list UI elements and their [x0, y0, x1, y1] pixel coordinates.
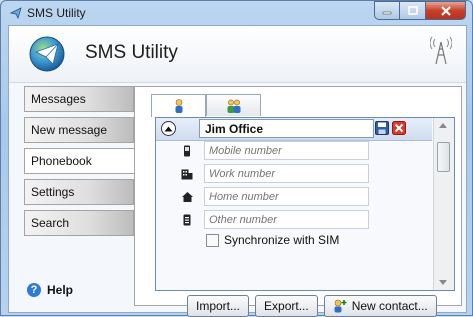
envelope-logo-icon: [29, 36, 65, 72]
title-bar[interactable]: SMS Utility: [1, 1, 472, 25]
sidebar-nav: Messages New message Phonebook Settings …: [24, 86, 135, 241]
other-number-input[interactable]: [204, 210, 369, 229]
home-icon: [180, 190, 194, 204]
scrollbar-thumb[interactable]: [437, 142, 450, 172]
phonebook-panel: Synchronize with SIM Import... Export...: [134, 86, 462, 317]
close-icon: [440, 5, 451, 16]
maximize-button[interactable]: [400, 1, 426, 20]
scroll-down-arrow-icon[interactable]: [439, 280, 447, 285]
app-title: SMS Utility: [85, 42, 178, 63]
export-button[interactable]: Export...: [255, 295, 318, 317]
checkbox[interactable]: [206, 233, 219, 247]
close-button[interactable]: [426, 1, 466, 20]
window-controls: [374, 1, 466, 20]
help-icon: ?: [27, 283, 41, 297]
app-window: SMS Utility SMS Utility Messages New mes…: [0, 0, 473, 317]
home-number-row: [156, 186, 432, 208]
mobile-number-row: [156, 140, 432, 162]
tab-group-contacts[interactable]: [206, 94, 261, 116]
work-building-icon: [180, 167, 194, 181]
mobile-number-input[interactable]: [204, 141, 369, 160]
work-number-row: [156, 163, 432, 185]
other-number-row: [156, 209, 432, 231]
sync-sim-label: Synchronize with SIM: [224, 233, 340, 247]
phonebook-actions: Import... Export... New contact...: [187, 295, 443, 317]
group-people-icon: [227, 99, 240, 113]
vertical-scrollbar[interactable]: [433, 118, 454, 290]
tab-single-contact[interactable]: [151, 94, 206, 117]
home-number-input[interactable]: [204, 187, 369, 206]
sidebar-item-settings[interactable]: Settings: [24, 179, 134, 205]
app-icon: [10, 7, 22, 19]
import-button[interactable]: Import...: [187, 295, 250, 317]
contact-card: Synchronize with SIM: [155, 117, 455, 291]
help-label: Help: [47, 283, 74, 297]
new-contact-label: New contact...: [351, 299, 428, 313]
contact-name-input[interactable]: [199, 119, 374, 138]
collapse-button[interactable]: [161, 121, 176, 136]
help-link[interactable]: ? Help: [27, 283, 73, 297]
chevron-up-icon: [164, 126, 173, 131]
app-header: SMS Utility: [9, 26, 466, 83]
scroll-up-arrow-icon[interactable]: [439, 123, 447, 128]
add-contact-icon: [334, 299, 347, 313]
other-phone-icon: [180, 213, 194, 227]
window-title: SMS Utility: [27, 6, 86, 20]
maximize-icon: [407, 6, 418, 15]
work-number-input[interactable]: [204, 164, 369, 183]
sidebar-item-new-message[interactable]: New message: [24, 117, 134, 143]
signal-tower-icon: [430, 36, 452, 65]
contact-card-header: [156, 118, 432, 141]
sidebar-item-phonebook[interactable]: Phonebook: [24, 148, 135, 174]
sidebar-item-messages[interactable]: Messages: [24, 86, 134, 112]
sidebar-item-search[interactable]: Search: [24, 210, 134, 236]
new-contact-button[interactable]: New contact...: [323, 295, 437, 317]
mobile-phone-icon: [180, 144, 194, 158]
delete-icon[interactable]: [392, 121, 406, 135]
save-icon[interactable]: [375, 121, 389, 135]
minimize-icon: [382, 11, 392, 14]
single-person-icon: [175, 99, 182, 113]
contact-tabs: [151, 94, 261, 117]
minimize-button[interactable]: [374, 1, 400, 20]
client-area: SMS Utility Messages New message Phonebo…: [8, 25, 467, 317]
sync-sim-checkbox[interactable]: Synchronize with SIM: [206, 233, 339, 247]
